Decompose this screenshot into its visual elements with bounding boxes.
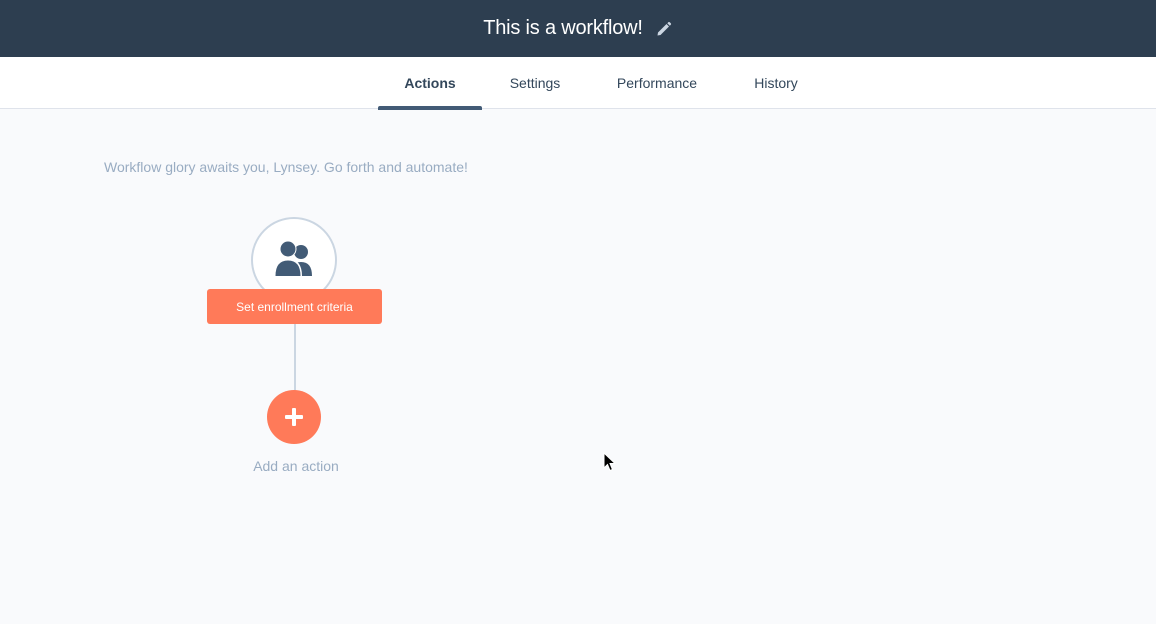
tabs-bar: Actions Settings Performance History [0,57,1156,110]
tab-settings[interactable]: Settings [496,57,574,109]
welcome-message: Workflow glory awaits you, Lynsey. Go fo… [104,159,468,175]
tab-actions[interactable]: Actions [378,57,482,110]
tab-performance[interactable]: Performance [600,57,714,109]
add-action-label[interactable]: Add an action [226,458,366,474]
tab-settings-label: Settings [509,75,561,91]
workflow-connector-line [294,324,296,392]
contacts-group-icon [268,240,320,278]
mouse-cursor-icon [603,452,617,472]
tab-actions-label: Actions [404,75,456,91]
plus-icon [282,405,306,429]
add-action-button[interactable] [267,390,321,444]
tab-performance-label: Performance [616,75,698,91]
set-enrollment-criteria-button[interactable]: Set enrollment criteria [207,289,382,324]
tab-history-label: History [754,75,798,91]
tab-history[interactable]: History [740,57,812,109]
pencil-icon[interactable] [655,20,673,38]
title-group: This is a workflow! [483,17,673,40]
workflow-header: This is a workflow! [0,0,1156,57]
workflow-title[interactable]: This is a workflow! [483,17,643,40]
